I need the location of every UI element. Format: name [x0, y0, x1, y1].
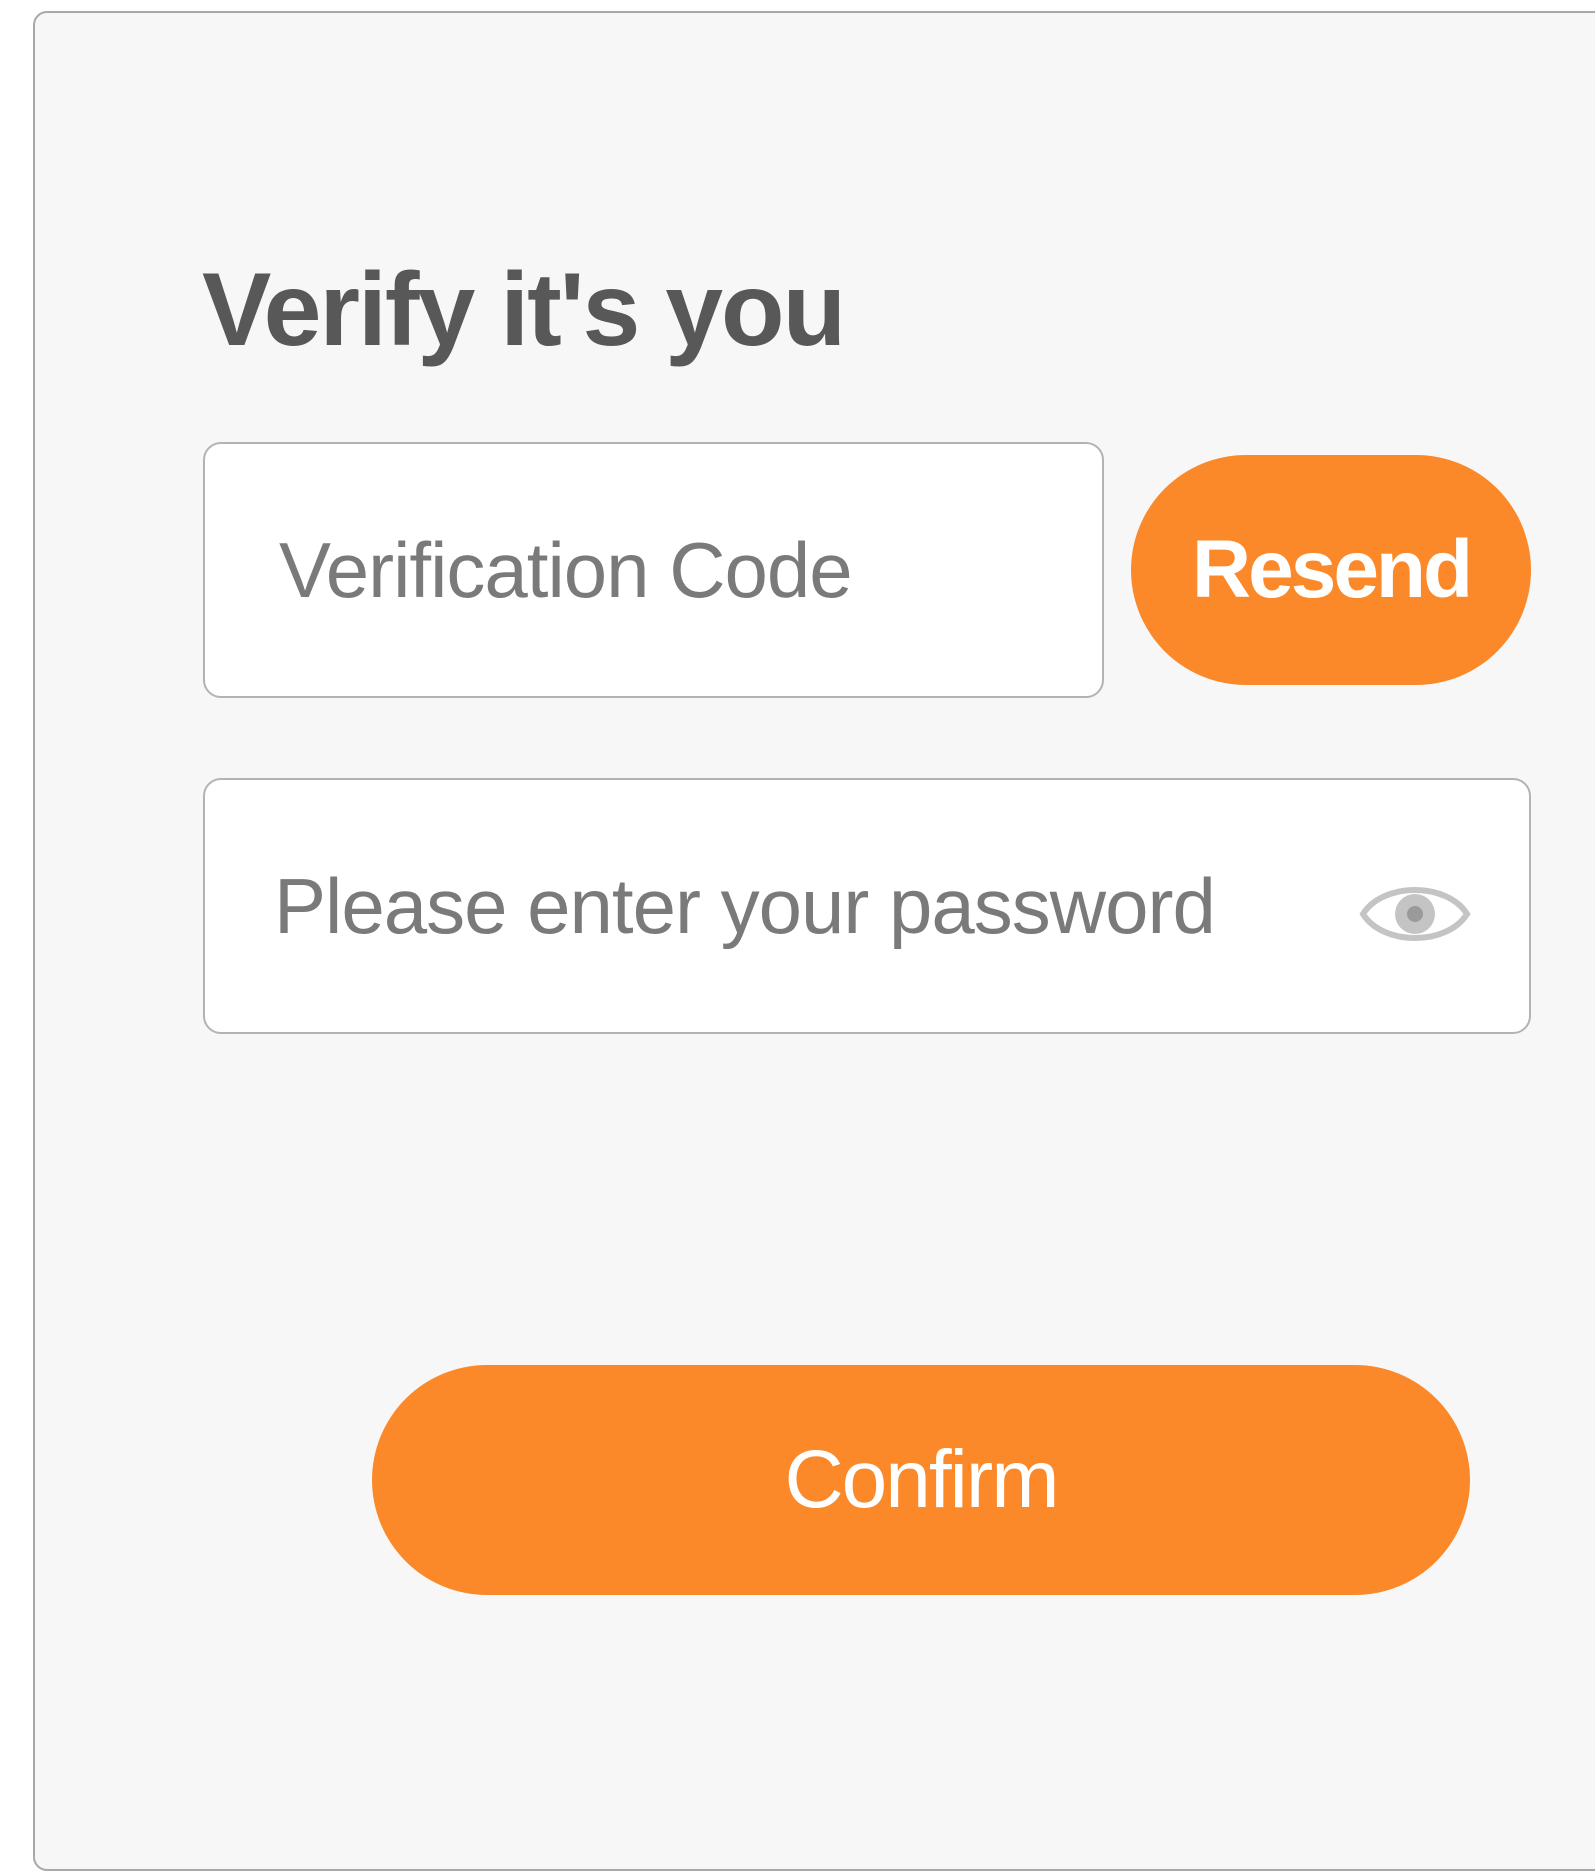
eye-icon[interactable] [1359, 876, 1471, 952]
password-input[interactable] [274, 780, 1354, 1032]
dialog-title: Verify it's you [202, 252, 846, 368]
verification-code-input[interactable] [279, 444, 1079, 696]
verify-dialog: Verify it's you Resend Confirm [33, 11, 1595, 1871]
confirm-button[interactable]: Confirm [372, 1365, 1470, 1595]
password-field[interactable] [203, 778, 1531, 1034]
resend-button[interactable]: Resend [1131, 455, 1531, 685]
verification-code-field[interactable] [203, 442, 1104, 698]
